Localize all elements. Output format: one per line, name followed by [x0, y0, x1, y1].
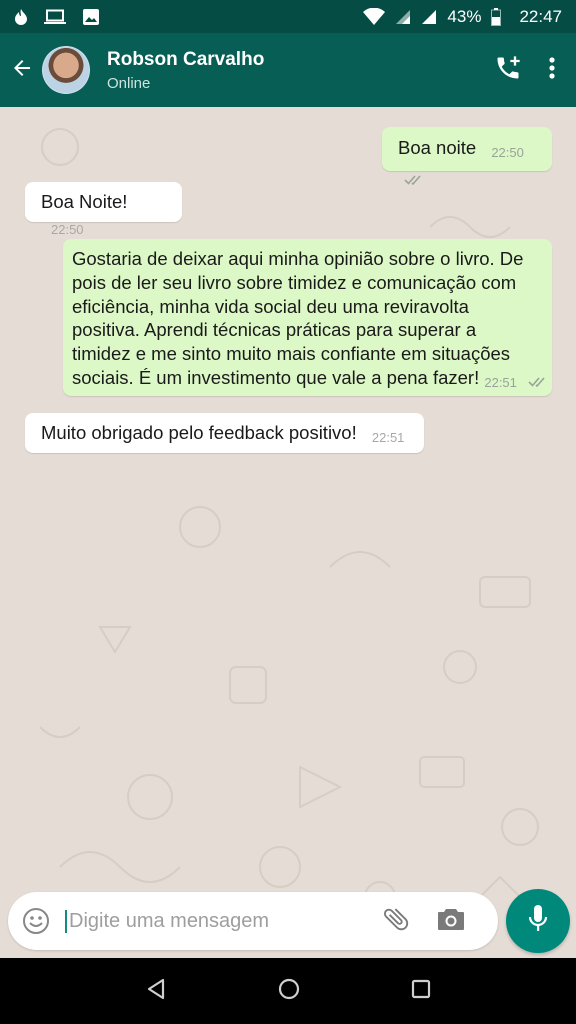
wifi-icon — [363, 7, 386, 26]
mic-button[interactable] — [506, 889, 570, 953]
read-receipt-icon — [404, 168, 424, 191]
system-nav-bar — [0, 958, 576, 1024]
flame-icon — [14, 8, 28, 26]
back-arrow-icon — [10, 56, 34, 85]
message-bubble-outgoing[interactable]: Gostaria de deixar aqui minha opinião so… — [63, 239, 552, 396]
message-bubble-incoming[interactable]: Muito obrigado pelo feedback positivo! 2… — [25, 413, 424, 453]
nav-recents-icon[interactable] — [411, 979, 431, 1004]
emoji-icon[interactable] — [21, 906, 51, 936]
message-composer — [8, 892, 498, 950]
nav-back-icon[interactable] — [145, 978, 167, 1005]
message-time: 22:50 — [491, 145, 524, 160]
message-text: Boa Noite! — [41, 191, 128, 212]
chat-area[interactable]: Boa noite 22:50 Boa Noite! 22:50 Gostari… — [0, 107, 576, 958]
message-line: sociais. É um investimento que vale a pe… — [72, 366, 480, 388]
attach-icon[interactable] — [381, 904, 411, 939]
message-time: 22:51 — [484, 374, 517, 390]
avatar[interactable] — [42, 46, 90, 94]
message-line: eficiência, minha vida social deu uma re… — [72, 295, 469, 317]
message-time: 22:50 — [51, 222, 84, 237]
back-button[interactable] — [4, 33, 40, 107]
message-text: Boa noite — [398, 137, 477, 158]
image-icon — [82, 8, 100, 26]
status-time: 22:47 — [519, 6, 562, 26]
message-bubble-outgoing[interactable]: Boa noite 22:50 — [382, 127, 552, 186]
message-bubble-incoming[interactable]: Boa Noite! 22:50 — [25, 182, 182, 237]
message-line: timidez e me sinto muito mais confiante … — [72, 343, 511, 365]
message-time: 22:51 — [371, 430, 405, 445]
contact-status: Online — [107, 74, 151, 92]
message-line: pois de ler seu livro sobre timidez e co… — [72, 271, 517, 293]
message-line: positiva. Aprendi técnicas práticas para… — [72, 319, 477, 341]
battery-percent: 43% — [447, 6, 482, 26]
message-text: Muito obrigado pelo feedback positivo! — [41, 422, 357, 443]
message-line: Gostaria de deixar aqui minha opinião so… — [72, 248, 524, 269]
status-bar: 43% 22:47 — [0, 0, 576, 33]
chat-wallpaper — [27, 128, 539, 913]
add-call-icon[interactable] — [494, 54, 522, 87]
nav-home-icon[interactable] — [277, 977, 301, 1006]
battery-icon — [491, 7, 502, 26]
message-input[interactable] — [65, 909, 365, 933]
signal-icon — [395, 9, 411, 25]
camera-icon[interactable] — [437, 907, 465, 936]
more-vert-icon[interactable] — [548, 56, 556, 85]
chat-header: Robson Carvalho Online — [0, 33, 576, 107]
mic-icon — [527, 904, 549, 939]
contact-info[interactable]: Robson Carvalho Online — [107, 49, 264, 92]
signal-icon — [421, 9, 437, 25]
laptop-icon — [44, 9, 66, 25]
contact-name: Robson Carvalho — [107, 48, 265, 70]
read-receipt-icon — [528, 370, 548, 394]
